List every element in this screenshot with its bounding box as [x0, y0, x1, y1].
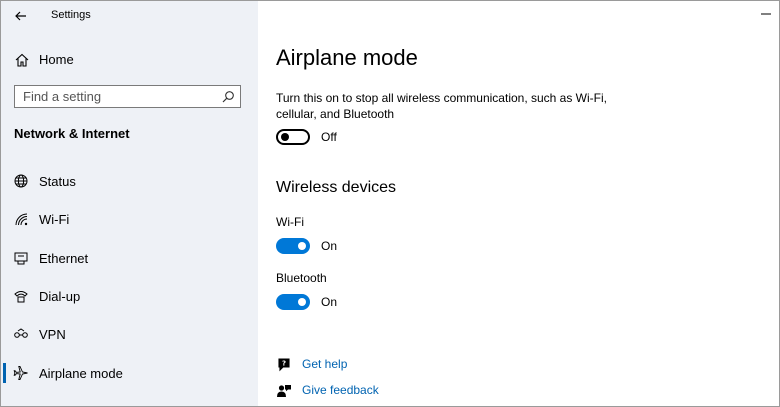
sidebar-item-dialup[interactable]: Dial-up	[1, 281, 258, 311]
airplane-mode-toggle[interactable]	[276, 129, 310, 145]
bluetooth-toggle-state: On	[321, 295, 338, 309]
toggle-knob	[298, 242, 306, 250]
wifi-field-label: Wi-Fi	[276, 215, 304, 229]
sidebar-item-label: Status	[39, 174, 76, 189]
status-globe-icon	[14, 174, 28, 188]
feedback-icon	[277, 385, 291, 397]
give-feedback-label: Give feedback	[302, 383, 379, 397]
bluetooth-toggle[interactable]	[276, 294, 310, 310]
airplane-toggle-state: Off	[321, 130, 337, 144]
sidebar-item-vpn[interactable]: VPN	[1, 319, 258, 349]
wifi-icon	[15, 213, 28, 226]
sidebar-item-label: Wi-Fi	[39, 212, 70, 227]
help-chat-icon: ?	[278, 358, 290, 372]
ethernet-icon	[14, 252, 28, 265]
sidebar-item-label: Ethernet	[39, 251, 89, 266]
search-box[interactable]	[14, 85, 241, 108]
wifi-toggle[interactable]	[276, 238, 310, 254]
main-panel: Airplane mode Turn this on to stop all w…	[258, 1, 779, 406]
home-label: Home	[39, 52, 74, 67]
selection-indicator	[3, 363, 6, 383]
sidebar-item-wifi[interactable]: Wi-Fi	[1, 204, 258, 234]
wireless-devices-heading: Wireless devices	[276, 179, 397, 196]
bluetooth-field-label: Bluetooth	[276, 271, 327, 285]
get-help-label: Get help	[302, 357, 348, 371]
back-button[interactable]	[11, 6, 33, 26]
sidebar-item-label: VPN	[39, 327, 66, 342]
toggle-knob	[298, 298, 306, 306]
toggle-knob	[281, 133, 289, 141]
back-arrow-icon	[15, 11, 26, 21]
sidebar: Settings Home Network & Internet Status	[1, 1, 258, 406]
sidebar-item-home[interactable]: Home	[1, 49, 258, 71]
page-title: Airplane mode	[276, 45, 418, 70]
vpn-icon	[14, 328, 28, 338]
settings-window: Settings Home Network & Internet Status	[0, 0, 780, 407]
search-icon[interactable]	[221, 90, 235, 104]
wifi-toggle-state: On	[321, 239, 338, 253]
svg-text:?: ?	[282, 360, 286, 368]
title-bar: Settings	[1, 1, 258, 31]
sidebar-item-label: Airplane mode	[39, 366, 123, 381]
airplane-description: Turn this on to stop all wireless commun…	[276, 91, 608, 121]
search-input[interactable]	[23, 88, 213, 105]
section-title: Network & Internet	[14, 126, 130, 141]
app-title: Settings	[51, 9, 91, 21]
minimize-icon[interactable]	[759, 7, 773, 21]
sidebar-item-airplane-mode[interactable]: Airplane mode	[1, 358, 258, 388]
sidebar-item-label: Dial-up	[39, 289, 81, 304]
sidebar-item-ethernet[interactable]: Ethernet	[1, 243, 258, 273]
airplane-icon	[13, 366, 28, 380]
sidebar-item-status[interactable]: Status	[1, 166, 258, 196]
dialup-icon	[14, 291, 28, 303]
home-icon	[15, 53, 29, 67]
